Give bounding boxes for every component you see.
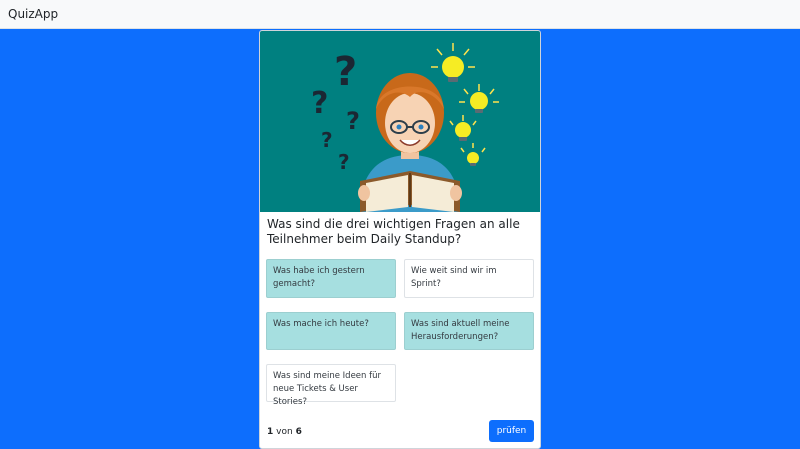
- answer-option-4[interactable]: Was sind aktuell meine Herausforderungen…: [404, 312, 534, 350]
- svg-text:?: ?: [311, 86, 328, 121]
- current-question-number: 1: [267, 427, 274, 437]
- app-brand[interactable]: QuizApp: [8, 7, 58, 21]
- check-answer-button[interactable]: prüfen: [489, 420, 534, 442]
- svg-text:?: ?: [346, 107, 360, 135]
- answer-option-1[interactable]: Was habe ich gestern gemacht?: [266, 259, 396, 298]
- total-questions-number: 6: [295, 427, 302, 437]
- answer-option-5[interactable]: Was sind meine Ideen für neue Tickets & …: [266, 364, 396, 407]
- svg-text:?: ?: [321, 128, 333, 152]
- question-text: Was sind die drei wichtigen Fragen an al…: [267, 217, 520, 246]
- counter-separator: von: [276, 427, 293, 437]
- answer-option-3[interactable]: Was mache ich heute?: [266, 312, 396, 350]
- question-counter: 1 von 6: [267, 427, 302, 437]
- navbar: QuizApp: [0, 0, 800, 29]
- svg-text:?: ?: [334, 49, 357, 95]
- svg-text:?: ?: [338, 150, 350, 174]
- teacher-reading-illustration: ? ? ? ? ?: [260, 31, 540, 212]
- quiz-card: ? ? ? ? ? Was sind die drei wichtigen Fr…: [259, 30, 541, 449]
- answer-option-2[interactable]: Wie weit sind wir im Sprint?: [404, 259, 534, 298]
